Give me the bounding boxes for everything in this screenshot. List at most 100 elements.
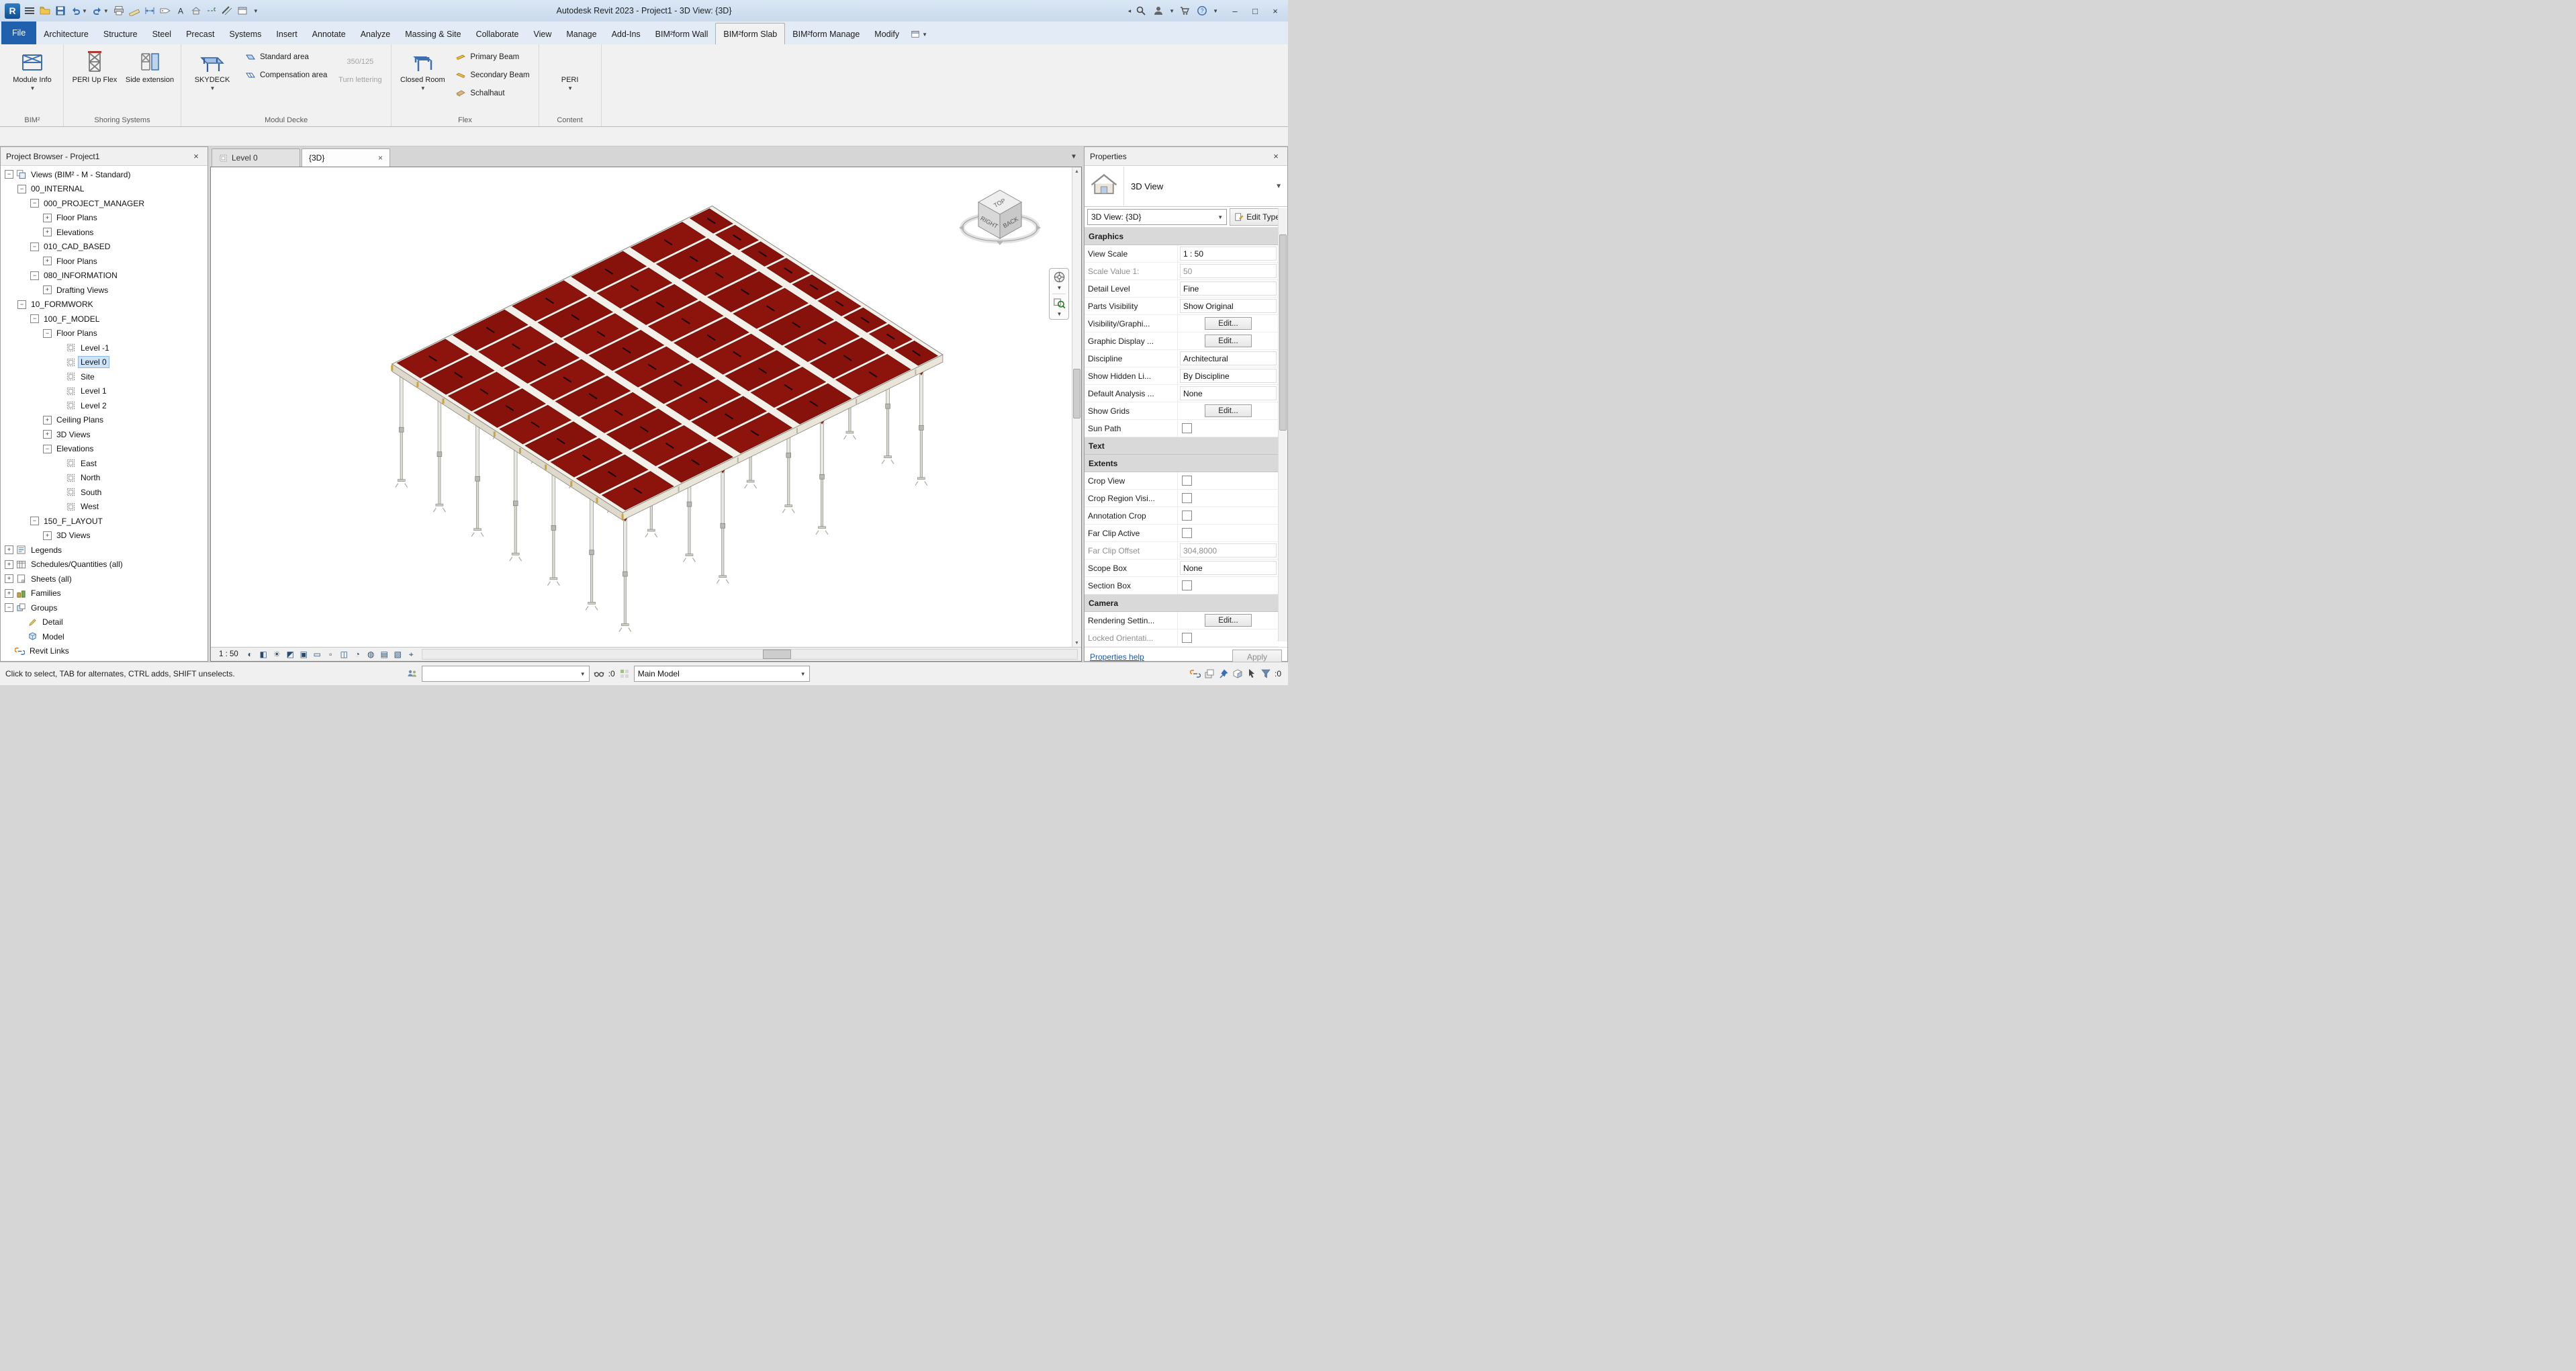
- select-underlay-icon[interactable]: [1204, 668, 1215, 679]
- ribbon-tab-annotate[interactable]: Annotate: [305, 24, 353, 44]
- ribbon-tab-bim-form-wall[interactable]: BIM²form Wall: [648, 24, 716, 44]
- navbar-caret-icon[interactable]: ▼: [1057, 311, 1062, 317]
- edit-button[interactable]: Edit...: [1205, 614, 1252, 627]
- tree-item-080-information[interactable]: −080_INFORMATION: [1, 269, 208, 283]
- help-button[interactable]: ?: [1195, 3, 1209, 19]
- visual-style-button[interactable]: ◧: [257, 648, 270, 660]
- project-browser-header[interactable]: Project Browser - Project1 ×: [1, 147, 208, 166]
- expand-icon[interactable]: +: [5, 545, 13, 554]
- ribbon-tab-systems[interactable]: Systems: [222, 24, 269, 44]
- properties-section-camera[interactable]: Camera: [1085, 594, 1279, 612]
- view-cube[interactable]: TOP RIGHT BACK: [950, 170, 1050, 251]
- collapse-icon[interactable]: −: [5, 603, 13, 612]
- tree-item-west[interactable]: West: [1, 500, 208, 515]
- scrollbar-thumb[interactable]: [1073, 369, 1080, 418]
- properties-scrollbar[interactable]: [1278, 208, 1287, 642]
- user-button[interactable]: [1151, 3, 1166, 19]
- dropdown-caret-icon[interactable]: ▼: [82, 8, 87, 14]
- scrollbar-thumb[interactable]: [763, 650, 791, 659]
- edit-button[interactable]: Edit...: [1205, 404, 1252, 417]
- tree-item-drafting-views[interactable]: +Drafting Views: [1, 283, 208, 298]
- analytical-model-button[interactable]: ⌖: [405, 648, 418, 660]
- select-links-icon[interactable]: [1190, 668, 1201, 679]
- close-icon[interactable]: ×: [190, 151, 202, 161]
- close-tab-icon[interactable]: ×: [378, 153, 383, 163]
- collapse-icon[interactable]: −: [43, 445, 52, 453]
- tree-item-floor-plans[interactable]: +Floor Plans: [1, 211, 208, 226]
- compensation-area-button[interactable]: Compensation area: [242, 67, 330, 83]
- checkbox[interactable]: [1182, 511, 1192, 521]
- peri-up-flex-button[interactable]: PERI Up Flex: [69, 47, 120, 86]
- open-button[interactable]: [38, 3, 52, 19]
- tree-item-families[interactable]: +Families: [1, 586, 208, 601]
- view-tab-level-0[interactable]: Level 0: [212, 148, 300, 167]
- customize-button[interactable]: ▼: [251, 3, 261, 19]
- aligned-dimension-button[interactable]: [142, 3, 157, 19]
- ribbon-tab-architecture[interactable]: Architecture: [36, 24, 96, 44]
- primary-beam-button[interactable]: Primary Beam: [452, 48, 533, 65]
- type-selector[interactable]: 3D View ▼: [1085, 166, 1287, 207]
- crop-view-button[interactable]: ▭: [311, 648, 324, 660]
- properties-section-extents[interactable]: Extents: [1085, 455, 1279, 472]
- ribbon-tab-structure[interactable]: Structure: [96, 24, 145, 44]
- navbar-caret-icon[interactable]: ▼: [1057, 285, 1062, 291]
- tree-item-revit-links[interactable]: Revit Links: [1, 644, 208, 659]
- close-icon[interactable]: ×: [1270, 151, 1282, 161]
- peri-content-button[interactable]: PERI ▼: [545, 47, 596, 93]
- tree-item-100-f-model[interactable]: −100_F_MODEL: [1, 312, 208, 326]
- tree-item-groups[interactable]: −Groups: [1, 601, 208, 615]
- undo-button[interactable]: ▼: [68, 3, 89, 19]
- worksets-combo[interactable]: ▼: [422, 666, 590, 682]
- side-extension-button[interactable]: Side extension: [124, 47, 175, 86]
- tree-item-elevations[interactable]: +Elevations: [1, 225, 208, 240]
- editing-requests-icon[interactable]: [594, 668, 604, 679]
- tab-list-icon[interactable]: ▼: [1067, 153, 1080, 161]
- properties-help-link[interactable]: Properties help: [1090, 652, 1144, 662]
- tree-item-level-2[interactable]: Level 2: [1, 398, 208, 413]
- tree-item-legends[interactable]: +Legends: [1, 543, 208, 558]
- ribbon-tab-bim-form-slab[interactable]: BIM²form Slab: [715, 23, 785, 44]
- checkbox[interactable]: [1182, 633, 1192, 643]
- ribbon-tab-file[interactable]: File: [1, 21, 36, 44]
- tree-item-site[interactable]: Site: [1, 369, 208, 384]
- zoom-icon[interactable]: [1053, 297, 1066, 310]
- edit-button[interactable]: Edit...: [1205, 335, 1252, 347]
- properties-section-graphics[interactable]: Graphics: [1085, 228, 1279, 245]
- checkbox[interactable]: [1182, 580, 1192, 590]
- worksharing-display-button[interactable]: ▤: [378, 648, 391, 660]
- tree-item-north[interactable]: North: [1, 471, 208, 486]
- tag-button[interactable]: [158, 3, 173, 19]
- tree-item-level-1[interactable]: Level 1: [1, 384, 208, 399]
- checkbox[interactable]: [1182, 423, 1192, 433]
- dropdown-caret-icon[interactable]: ▼: [1169, 8, 1175, 14]
- reveal-hidden-button[interactable]: ◍: [365, 648, 377, 660]
- tree-item-10-formwork[interactable]: −10_FORMWORK: [1, 298, 208, 312]
- checkbox[interactable]: [1182, 493, 1192, 503]
- rendering-dialog-button[interactable]: ▣: [297, 648, 310, 660]
- expand-icon[interactable]: +: [5, 560, 13, 569]
- lock-3d-view-button[interactable]: ◫: [338, 648, 351, 660]
- edit-button[interactable]: Edit...: [1205, 317, 1252, 330]
- crop-region-button[interactable]: ▫: [324, 648, 337, 660]
- collapse-icon[interactable]: −: [30, 314, 39, 323]
- file-menu-button[interactable]: [22, 3, 37, 19]
- property-value[interactable]: None: [1180, 561, 1277, 575]
- redo-button[interactable]: ▼: [90, 3, 111, 19]
- expand-icon[interactable]: +: [43, 257, 52, 265]
- tree-item-00-internal[interactable]: −00_INTERNAL: [1, 182, 208, 197]
- user-interface-button[interactable]: [235, 3, 250, 19]
- view-selector-combo[interactable]: 3D View: {3D} ▼: [1087, 209, 1227, 225]
- collapse-icon[interactable]: −: [30, 242, 39, 251]
- tree-item-sheets-all-[interactable]: +Sheets (all): [1, 572, 208, 586]
- scroll-up-icon[interactable]: ▲: [1074, 167, 1079, 176]
- ribbon-tab-analyze[interactable]: Analyze: [353, 24, 398, 44]
- collapse-icon[interactable]: −: [43, 329, 52, 338]
- closed-room-button[interactable]: Closed Room ▼: [397, 47, 448, 93]
- collapse-icon[interactable]: −: [30, 271, 39, 280]
- measure-button[interactable]: [127, 3, 142, 19]
- standard-area-button[interactable]: Standard area: [242, 48, 330, 65]
- dropdown-caret-icon[interactable]: ▼: [1213, 8, 1218, 14]
- schalhaut-button[interactable]: Schalhaut: [452, 85, 533, 101]
- scrollbar-thumb[interactable]: [1279, 234, 1287, 431]
- module-info-button[interactable]: Module Info ▼: [7, 47, 58, 93]
